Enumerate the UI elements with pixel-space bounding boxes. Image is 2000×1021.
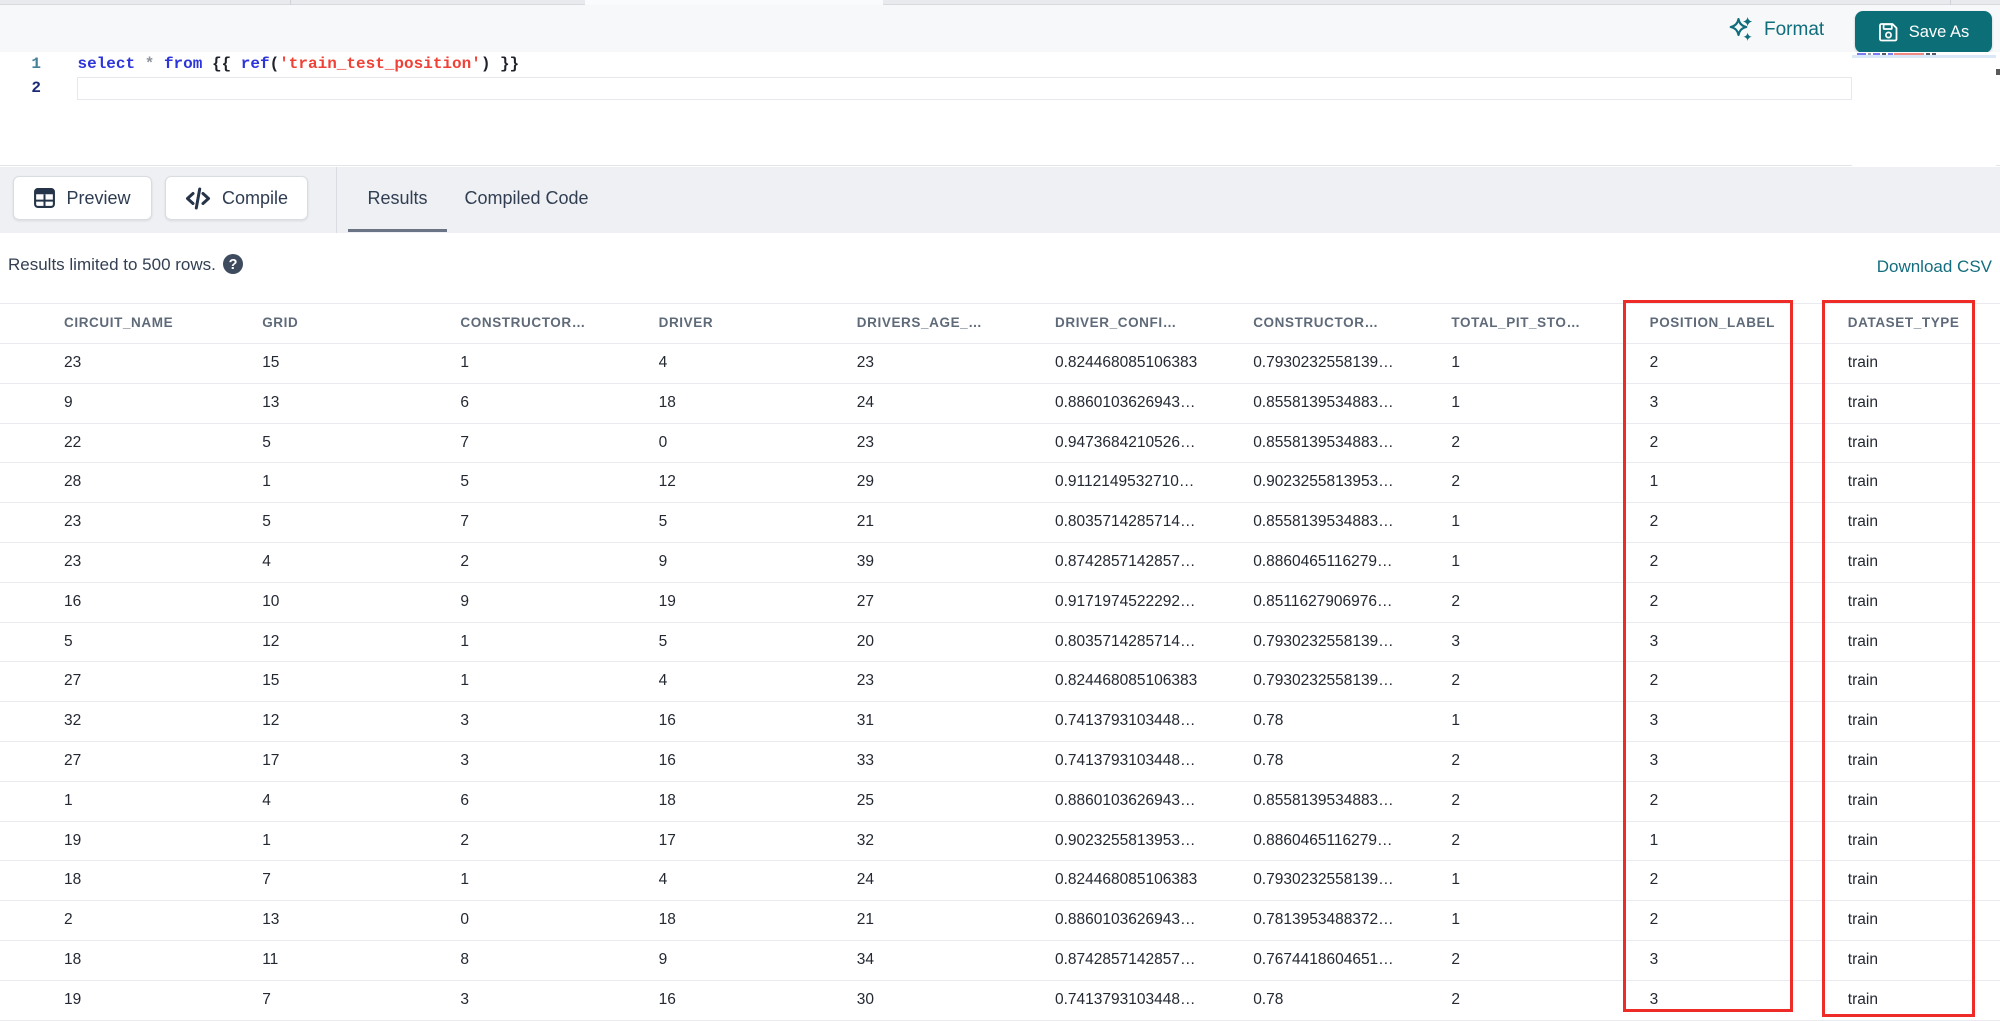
- svg-text:?: ?: [229, 257, 238, 273]
